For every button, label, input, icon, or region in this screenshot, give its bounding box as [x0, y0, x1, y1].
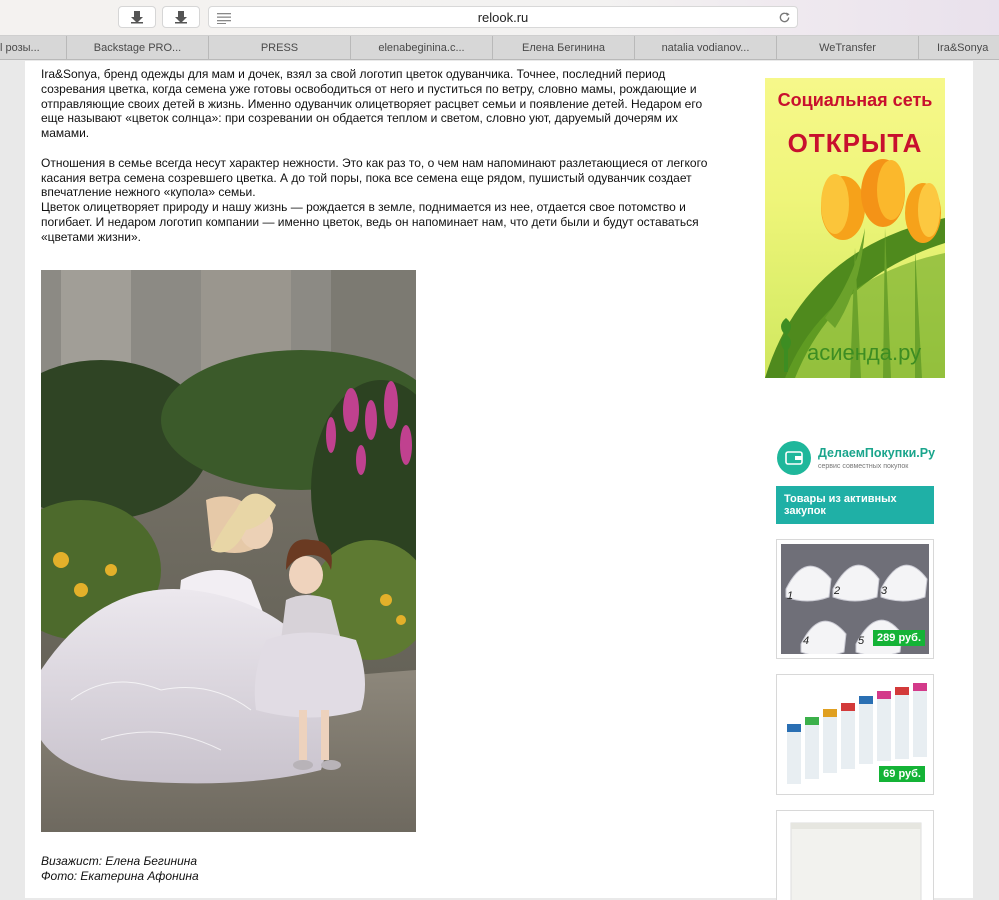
wallet-icon [777, 441, 811, 475]
bookmark-item[interactable]: elenabeginina.c... [351, 36, 493, 60]
svg-text:1: 1 [787, 590, 793, 602]
bookmark-item[interactable]: Ira&Sonya [919, 36, 999, 60]
asienda-logo-icon [781, 318, 791, 372]
price-badge: 289 руб. [873, 630, 925, 646]
bookmark-item[interactable]: PRESS [209, 36, 351, 60]
widget-logo[interactable]: ДелаемПокупки.Ру сервис совместных покуп… [777, 441, 937, 481]
product-card[interactable]: 1 2 3 4 5 289 руб. [776, 539, 934, 659]
credit-photo: Фото: Екатерина Афонина [41, 869, 199, 883]
browser-toolbar: relook.ru [0, 0, 999, 36]
widget-brand-name: ДелаемПокупки.Ру [818, 446, 936, 460]
bookmark-item[interactable]: l розы... [0, 36, 67, 60]
widget-header[interactable]: Товары из активных закупок [776, 486, 934, 524]
bookmark-item[interactable]: Елена Бегинина [493, 36, 635, 60]
svg-text:3: 3 [881, 585, 888, 597]
downloads-list-button[interactable] [162, 6, 200, 28]
bookmark-item[interactable]: Backstage PRO... [67, 36, 209, 60]
credit-makeup: Визажист: Елена Бегинина [41, 854, 198, 868]
article-photo-image [41, 270, 416, 832]
bookmark-item[interactable]: WeTransfer [777, 36, 919, 60]
svg-text:2: 2 [833, 585, 840, 597]
article-photo[interactable] [41, 270, 416, 832]
article-paragraph: Цветок олицетворяет природу и нашу жизнь… [41, 200, 699, 244]
bookmarks-bar: l розы... Backstage PRO... PRESS elenabe… [0, 36, 999, 60]
widget-tagline: сервис совместных покупок [818, 463, 909, 470]
banner-brand: асиенда.ру [807, 340, 922, 365]
banner-line2: ОТКРЫТА [787, 128, 923, 158]
url-text[interactable]: relook.ru [209, 10, 797, 25]
reload-icon[interactable] [778, 11, 791, 24]
download-icon [131, 11, 143, 24]
download-icon [175, 11, 187, 24]
bookmark-item[interactable]: natalia vodianov... [635, 36, 777, 60]
ad-banner-social-network[interactable]: Социальная сеть ОТКРЫТА асиенда.ру [765, 78, 945, 378]
product-image [781, 815, 929, 900]
download-button[interactable] [118, 6, 156, 28]
article-body: Ira&Sonya, бренд одежды для мам и дочек,… [41, 67, 721, 259]
photo-credits: Визажист: Елена Бегинина Фото: Екатерина… [41, 854, 199, 884]
svg-text:5: 5 [858, 635, 865, 647]
article-paragraph: Отношения в семье всегда несут характер … [41, 155, 708, 200]
address-bar[interactable]: relook.ru [208, 6, 798, 28]
price-badge: 69 руб. [879, 766, 925, 782]
page-content: Ira&Sonya, бренд одежды для мам и дочек,… [25, 61, 973, 900]
product-card[interactable] [776, 810, 934, 900]
banner-line1: Социальная сеть [777, 90, 933, 110]
product-card[interactable]: 69 руб. [776, 674, 934, 795]
svg-text:4: 4 [803, 635, 809, 647]
article-paragraph: Ira&Sonya, бренд одежды для мам и дочек,… [41, 67, 703, 141]
